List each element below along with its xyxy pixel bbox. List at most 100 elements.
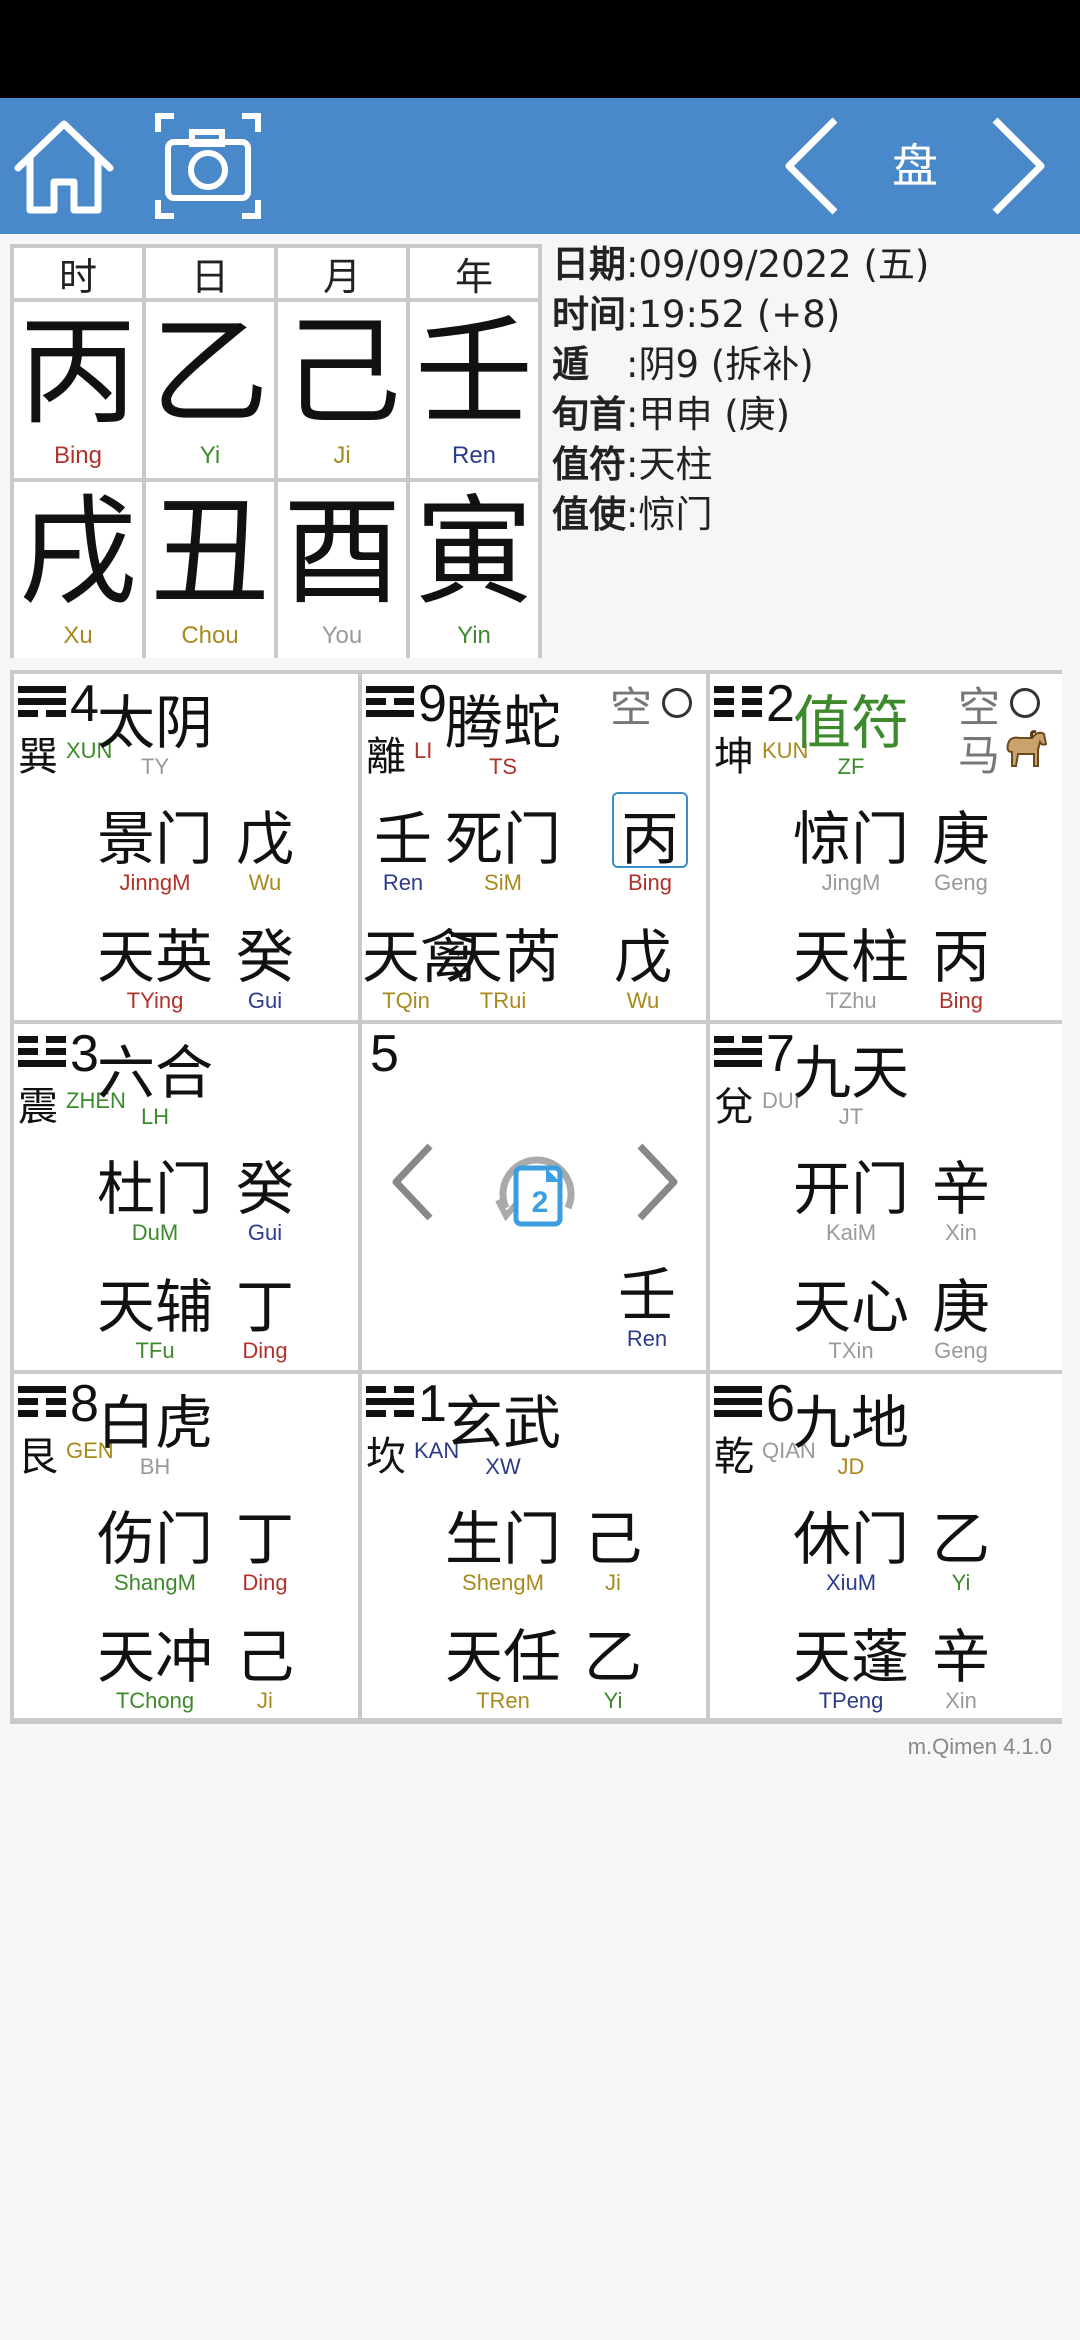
earth-stem-pinyin: Yi	[603, 1688, 623, 1713]
next-button[interactable]	[982, 108, 1052, 224]
star-pinyin: TZhu	[825, 988, 877, 1013]
heaven-stem: 癸	[235, 1155, 294, 1223]
deity-pinyin: JD	[837, 1454, 865, 1479]
info-row: 日期:09/09/2022 (五)	[552, 240, 1072, 290]
palace-grid: 4 巽 XUN 太阴 TY 景门 JinngM 戊 Wu 天英 TYing 癸 Gui 9 離 LI 腾蛇 TS 死…	[10, 670, 1062, 1724]
highlight-box	[612, 792, 688, 868]
door: 开门	[792, 1155, 909, 1223]
palace-kan[interactable]: 1 坎 KAN 玄武 XW 生门 ShengM 己 Ji 天任 TRen 乙 Yi	[362, 1374, 706, 1718]
pillar-stem-cell[interactable]: 己 Ji	[278, 302, 406, 478]
horse-marker: 马	[958, 731, 1001, 780]
star-pinyin: TFu	[135, 1338, 175, 1363]
heaven-stem: 乙	[931, 1505, 990, 1573]
chevron-right-icon	[637, 1143, 678, 1221]
earth-stem-pinyin: Wu	[626, 988, 660, 1013]
stem-extra-pinyin: Ren	[382, 870, 424, 895]
previous-page-button[interactable]	[390, 1142, 436, 1226]
door: 伤门	[96, 1505, 213, 1573]
info-key: 值符	[552, 443, 626, 486]
star: 天心	[792, 1273, 909, 1341]
earth-stem-pinyin: Bing	[938, 988, 984, 1013]
earthly-branch: 丑	[150, 483, 269, 621]
next-page-button[interactable]	[634, 1142, 680, 1226]
info-value: :阴9 (拆补)	[626, 343, 814, 386]
door-pinyin: XiuM	[825, 1570, 877, 1595]
door-pinyin: SiM	[484, 870, 522, 895]
deity: 太阴	[96, 689, 213, 757]
pillar-stem-cell[interactable]: 壬 Ren	[410, 302, 538, 478]
palace-li[interactable]: 9 離 LI 腾蛇 TS 死门 SiM 丙 Bing 天芮 TRui 戊 Wu 空壬 Ren 天禽 TQin	[362, 674, 706, 1020]
chevron-right-icon	[992, 117, 1045, 215]
earth-stem-pinyin: Geng	[934, 1338, 988, 1363]
home-button[interactable]	[8, 108, 120, 224]
star-extra-pinyin: TQin	[382, 988, 430, 1013]
empty-marker: 空	[610, 683, 653, 732]
door: 景门	[96, 805, 213, 873]
stem-pinyin: Yi	[199, 442, 221, 469]
deity-pinyin: XW	[485, 1454, 521, 1479]
door-pinyin: DuM	[131, 1220, 179, 1245]
deity: 六合	[96, 1039, 213, 1107]
star-pinyin: TRui	[479, 988, 527, 1013]
earthly-branch: 酉	[282, 483, 401, 621]
empty-circle-icon	[662, 688, 692, 718]
pillar-branch-cell[interactable]: 酉 You	[278, 482, 406, 658]
heavenly-stem: 丙	[18, 303, 137, 441]
heaven-stem-pinyin: Ji	[605, 1570, 621, 1595]
palace-kun[interactable]: 2 坤 KUN 值符 ZF 惊门 JingM 庚 Geng 天柱 TZhu 丙 Bing 空马	[710, 674, 1062, 1020]
branch-pinyin: Yin	[457, 622, 491, 649]
horse-icon	[1002, 726, 1050, 774]
palace-center[interactable]: 5 2 壬 Ren	[362, 1024, 706, 1370]
pillar-branch-cell[interactable]: 戌 Xu	[14, 482, 142, 658]
heaven-stem-pinyin: Bing	[627, 870, 673, 895]
palace-zhen[interactable]: 3 震 ZHEN 六合 LH 杜门 DuM 癸 Gui 天辅 TFu 丁 Ding	[14, 1024, 358, 1370]
trigram-pinyin: LI	[414, 738, 433, 763]
pillar-stem-cell[interactable]: 乙 Yi	[146, 302, 274, 478]
info-row: 值符:天柱	[552, 440, 1072, 490]
earth-stem-pinyin: Ji	[257, 1688, 273, 1713]
heaven-stem-pinyin: Yi	[951, 1570, 971, 1595]
pillar-stem-cell[interactable]: 丙 Bing	[14, 302, 142, 478]
info-key: 日期	[552, 243, 626, 286]
trigram-name: 兌	[714, 1084, 754, 1130]
star-pinyin: TYing	[126, 988, 184, 1013]
trigram-name: 巽	[18, 734, 58, 780]
palace-gen[interactable]: 8 艮 GEN 白虎 BH 伤门 ShangM 丁 Ding 天冲 TChong 己 Ji	[14, 1374, 358, 1718]
trigram-icon	[366, 1386, 414, 1422]
earth-stem: 庚	[931, 1273, 990, 1341]
deity: 玄武	[444, 1389, 561, 1457]
door: 生门	[444, 1505, 561, 1573]
camera-button[interactable]	[150, 108, 266, 224]
heaven-stem: 辛	[931, 1155, 990, 1223]
heavenly-stem: 己	[282, 303, 401, 441]
center-stem: 壬	[617, 1261, 676, 1329]
palace-dui[interactable]: 7 兌 DUI 九天 JT 开门 KaiM 辛 Xin 天心 TXin 庚 Geng	[710, 1024, 1062, 1370]
trigram-icon	[18, 1386, 66, 1422]
deity-pinyin: TS	[488, 754, 518, 779]
previous-button[interactable]	[778, 108, 848, 224]
pillar-branch-cell[interactable]: 寅 Yin	[410, 482, 538, 658]
earth-stem: 乙	[583, 1623, 642, 1691]
home-icon	[14, 120, 114, 214]
star-pinyin: TPeng	[818, 1688, 884, 1713]
info-row: 旬首:甲申 (庚)	[552, 390, 1072, 440]
trigram-name: 震	[18, 1084, 58, 1130]
heaven-stem: 戊	[235, 805, 294, 873]
star: 天柱	[792, 923, 909, 991]
heavenly-stem: 乙	[150, 303, 269, 441]
pillar-branch-cell[interactable]: 丑 Chou	[146, 482, 274, 658]
door-pinyin: JingM	[821, 870, 881, 895]
stem-extra: 壬	[374, 805, 433, 873]
rotate-document-button[interactable]: 2	[484, 1138, 588, 1246]
door: 死门	[444, 805, 561, 873]
star-pinyin: TRen	[476, 1688, 530, 1713]
earth-stem: 戊	[613, 923, 672, 991]
center-stem-pinyin: Ren	[626, 1326, 668, 1351]
palace-xun[interactable]: 4 巽 XUN 太阴 TY 景门 JinngM 戊 Wu 天英 TYing 癸 Gui	[14, 674, 358, 1020]
info-row: 值使:惊门	[552, 490, 1072, 540]
earthly-branch: 寅	[414, 483, 533, 621]
trigram-icon	[714, 1386, 762, 1422]
chart-mode-title[interactable]: 盘	[880, 98, 950, 234]
palace-qian[interactable]: 6 乾 QIAN 九地 JD 休门 XiuM 乙 Yi 天蓬 TPeng 辛 Xin	[710, 1374, 1062, 1718]
info-value: :09/09/2022 (五)	[626, 243, 930, 286]
